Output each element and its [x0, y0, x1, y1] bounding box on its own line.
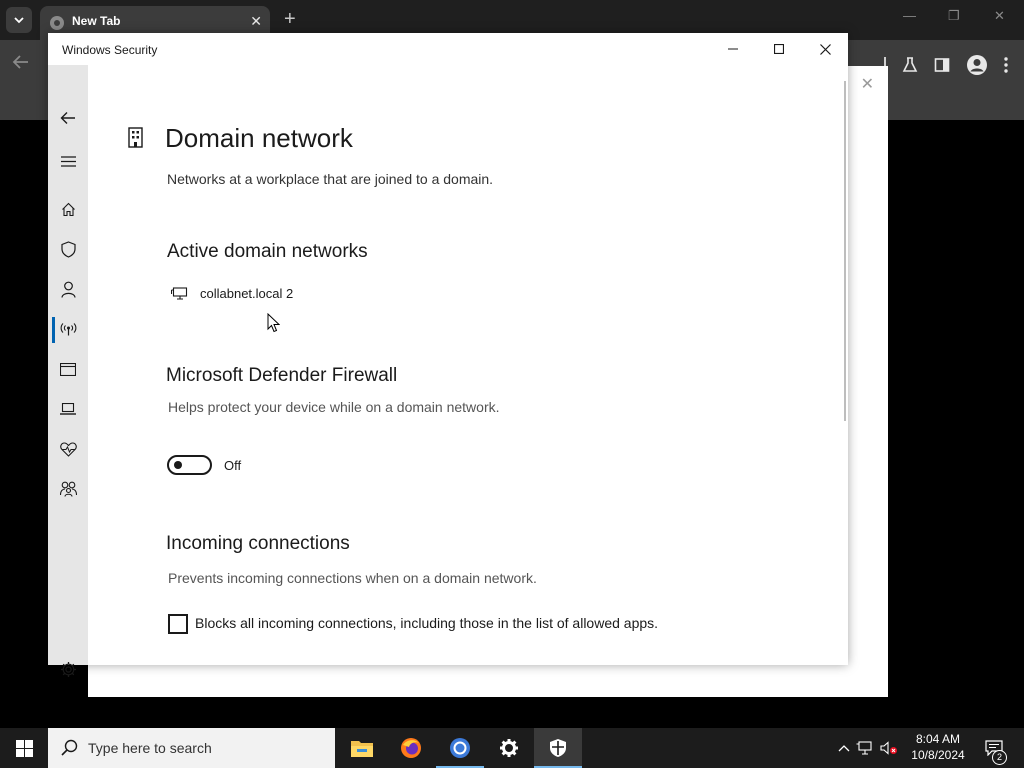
- system-tray: [838, 728, 898, 768]
- chrome-close-button[interactable]: ✕: [994, 8, 1005, 24]
- page-close-button[interactable]: ✕: [861, 74, 874, 94]
- mouse-cursor-icon: [267, 313, 280, 333]
- sidebar-item-app-browser-control[interactable]: [48, 351, 88, 387]
- sidebar-item-account-protection[interactable]: [48, 271, 88, 307]
- title-bar: Windows Security: [48, 33, 848, 65]
- building-icon: [128, 127, 143, 148]
- tab-close-button[interactable]: ✕: [250, 13, 262, 30]
- maximize-button[interactable]: [756, 33, 802, 65]
- back-arrow-icon: [60, 111, 76, 125]
- navigation-sidebar: [48, 65, 88, 677]
- taskbar-file-explorer[interactable]: [338, 728, 386, 768]
- incoming-connections-heading: Incoming connections: [166, 533, 350, 554]
- taskbar: Type here to search 8:04 AM 10/8/2024 2: [0, 728, 1024, 768]
- chevron-up-icon[interactable]: [838, 744, 850, 752]
- active-networks-heading: Active domain networks: [167, 241, 368, 262]
- globe-icon: [49, 15, 65, 31]
- back-button[interactable]: [48, 100, 88, 136]
- network-name: collabnet.local 2: [200, 286, 294, 301]
- shield-icon: [549, 738, 567, 758]
- chrome-minimize-button[interactable]: —: [903, 8, 916, 23]
- taskbar-settings[interactable]: [485, 728, 533, 768]
- sidebar-item-firewall-network-protection[interactable]: [48, 311, 88, 347]
- shield-icon: [60, 240, 76, 258]
- firewall-toggle[interactable]: [167, 455, 212, 475]
- close-button[interactable]: [802, 33, 848, 65]
- firefox-icon: [400, 737, 422, 759]
- sidebar-item-device-security[interactable]: [48, 391, 88, 427]
- search-icon: [61, 739, 78, 756]
- wireless-antenna-icon: [60, 322, 77, 336]
- sidebar-item-family-options[interactable]: [48, 471, 88, 507]
- scrollbar[interactable]: [844, 81, 846, 421]
- firewall-description: Helps protect your device while on a dom…: [168, 399, 500, 415]
- search-placeholder: Type here to search: [88, 740, 212, 756]
- network-monitor-icon: [171, 287, 188, 300]
- gear-icon: [60, 661, 77, 678]
- taskbar-search[interactable]: Type here to search: [48, 728, 335, 768]
- side-panel-icon[interactable]: [934, 57, 950, 73]
- start-button[interactable]: [0, 728, 48, 768]
- toggle-knob: [174, 461, 182, 469]
- clock-time: 8:04 AM: [915, 732, 961, 746]
- family-icon: [59, 481, 77, 497]
- person-icon: [60, 281, 76, 298]
- sidebar-item-home[interactable]: [48, 191, 88, 227]
- home-icon: [61, 202, 76, 217]
- hamburger-menu-icon: [60, 155, 76, 167]
- chevron-down-icon: [14, 16, 24, 24]
- block-incoming-checkbox[interactable]: [168, 614, 188, 634]
- window-title: Windows Security: [62, 43, 158, 57]
- more-vertical-icon[interactable]: [1004, 57, 1008, 73]
- sidebar-item-device-performance-health[interactable]: [48, 431, 88, 467]
- app-window-icon: [60, 362, 76, 376]
- profile-avatar-icon[interactable]: [966, 54, 988, 76]
- labs-flask-icon[interactable]: [902, 57, 918, 73]
- back-arrow-icon[interactable]: [12, 54, 30, 70]
- taskbar-windows-security[interactable]: [534, 728, 582, 768]
- chrome-toolbar-right: [884, 54, 1008, 76]
- menu-button[interactable]: [48, 143, 88, 179]
- chrome-icon: [449, 737, 471, 759]
- notification-badge: 2: [992, 750, 1007, 765]
- taskbar-chrome[interactable]: [436, 728, 484, 768]
- clock-date: 10/8/2024: [911, 748, 965, 762]
- network-icon[interactable]: [856, 741, 874, 755]
- incoming-connections-description: Prevents incoming connections when on a …: [168, 570, 537, 586]
- minimize-button[interactable]: [710, 33, 756, 65]
- folder-icon: [351, 739, 373, 757]
- sidebar-item-virus-threat-protection[interactable]: [48, 231, 88, 267]
- content-area: Domain network Networks at a workplace t…: [88, 65, 848, 665]
- firewall-heading: Microsoft Defender Firewall: [166, 365, 398, 386]
- windows-logo-icon: [15, 739, 33, 757]
- taskbar-firefox[interactable]: [387, 728, 435, 768]
- new-tab-button[interactable]: +: [284, 8, 296, 30]
- gear-icon: [499, 738, 519, 758]
- heart-pulse-icon: [59, 441, 77, 457]
- tab-search-button[interactable]: [6, 7, 32, 33]
- windows-security-window: Windows Security Domain network Networks…: [48, 33, 848, 677]
- laptop-icon: [60, 403, 76, 415]
- volume-muted-icon[interactable]: [880, 741, 898, 755]
- tab-title: New Tab: [72, 14, 121, 28]
- clock[interactable]: 8:04 AM 10/8/2024: [906, 731, 970, 763]
- page-description: Networks at a workplace that are joined …: [167, 171, 494, 187]
- sidebar-item-settings[interactable]: [48, 651, 88, 687]
- chrome-restore-button[interactable]: ❐: [948, 8, 960, 24]
- page-title: Domain network: [165, 123, 353, 153]
- firewall-toggle-state: Off: [224, 458, 242, 473]
- block-incoming-label[interactable]: Blocks all incoming connections, includi…: [195, 613, 675, 633]
